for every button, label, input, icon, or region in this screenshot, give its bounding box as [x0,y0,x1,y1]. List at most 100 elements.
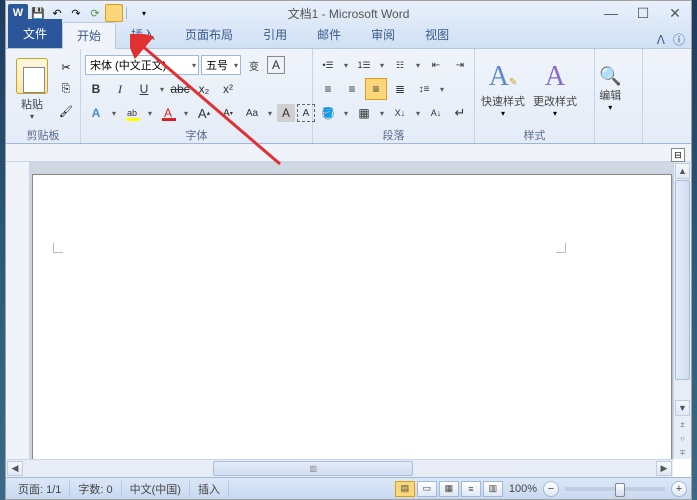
borders-button[interactable]: ▦ [353,102,375,124]
superscript-button[interactable]: x² [217,78,239,100]
tab-file[interactable]: 文件 [8,19,62,48]
text-effects-button[interactable]: A [85,102,107,124]
align-justify-button[interactable]: ≣ [389,78,411,100]
char-border-icon[interactable]: A [267,56,285,74]
tab-references[interactable]: 引用 [248,21,302,48]
page[interactable] [32,174,672,459]
window-title: 文档1 - Microsoft Word [288,5,410,22]
format-painter-icon[interactable]: 🖌 [56,101,76,121]
qat-customize-icon[interactable]: ▾ [135,4,153,22]
change-styles-button[interactable]: A 更改样式 ▾ [531,59,579,120]
sort-button[interactable]: X↓ [389,102,411,124]
quick-styles-button[interactable]: A✎ 快速样式 ▾ [479,59,527,120]
view-web-icon[interactable]: ▦ [439,481,459,497]
tab-review[interactable]: 审阅 [356,21,410,48]
char-shading-button[interactable]: A [277,104,295,122]
ribbon-tabs: 文件 开始 插入 页面布局 引用 邮件 审阅 视图 ᐱ ⓘ [6,25,691,49]
group-label-clipboard: 剪贴板 [10,127,76,143]
phonetic-guide-icon[interactable]: 变 [243,54,265,76]
scrollbar-horizontal[interactable]: ◀ ▥ ▶ [6,459,673,477]
highlight-button[interactable]: ab [121,102,143,124]
increase-indent-button[interactable]: ⇥ [449,54,471,76]
view-outline-icon[interactable]: ≡ [461,481,481,497]
maximize-button[interactable]: ☐ [627,2,659,24]
binoculars-icon: 🔍 [599,66,621,87]
copy-icon[interactable]: ⎘ [56,79,76,99]
ribbon: 粘贴 ▾ ✂ ⎘ 🖌 剪贴板 宋体 (中文正文) 五号 变 A [6,49,691,144]
font-color-button[interactable]: A [157,102,179,124]
align-left-button[interactable]: ≡ [317,78,339,100]
ruler-vertical[interactable] [6,162,30,459]
status-mode[interactable]: 插入 [190,481,229,497]
group-label-paragraph: 段落 [317,127,470,143]
scroll-down-icon[interactable]: ▼ [675,400,690,416]
doc-icon[interactable] [105,4,123,22]
group-paragraph: •☰▾ 1☰▾ ☷▾ ⇤ ⇥ ≡ ≡ ≡ ≣ ↕≡▾ 🪣▾ [313,49,475,143]
show-marks-button[interactable]: ↵ [449,102,471,124]
browse-prev-icon[interactable]: ± [674,417,691,431]
view-draft-icon[interactable]: ▥ [483,481,503,497]
scroll-up-icon[interactable]: ▲ [675,163,690,179]
word-window: W 💾 ↶ ↷ ⟳ ▾ 文档1 - Microsoft Word — ☐ ✕ 文… [5,0,692,500]
multilevel-button[interactable]: ☷ [389,54,411,76]
status-language[interactable]: 中文(中国) [122,481,190,497]
browse-object-icon[interactable]: ○ [674,431,691,445]
minimize-button[interactable]: — [595,2,627,24]
ruler-toggle-icon[interactable]: ⊟ [671,148,685,162]
scroll-right-icon[interactable]: ▶ [656,461,672,476]
numbering-button[interactable]: 1☰ [353,54,375,76]
cut-icon[interactable]: ✂ [56,57,76,77]
change-case-button[interactable]: Aa [241,102,263,124]
help-icon[interactable]: ⓘ [673,31,685,48]
shrink-font-button[interactable]: A▾ [217,102,239,124]
shading-button[interactable]: 🪣 [317,102,339,124]
decrease-indent-button[interactable]: ⇤ [425,54,447,76]
ruler-horizontal[interactable]: ⊟ [6,144,691,162]
zoom-level[interactable]: 100% [505,483,541,495]
font-size-combo[interactable]: 五号 [201,55,241,75]
minimize-ribbon-icon[interactable]: ᐱ [657,33,665,47]
underline-button[interactable]: U [133,78,155,100]
document-area: ▲ ▼ ± ○ ∓ [6,162,691,459]
group-styles: A✎ 快速样式 ▾ A 更改样式 ▾ 样式 [475,49,595,143]
subscript-button[interactable]: x₂ [193,78,215,100]
tab-home[interactable]: 开始 [62,22,116,49]
tab-mailings[interactable]: 邮件 [302,21,356,48]
scrollbar-vertical[interactable]: ▲ ▼ ± ○ ∓ [673,162,691,459]
tab-insert[interactable]: 插入 [116,21,170,48]
close-button[interactable]: ✕ [659,2,691,24]
bullets-button[interactable]: •☰ [317,54,339,76]
refresh-icon[interactable]: ⟳ [86,4,104,22]
align-justify-dist-button[interactable]: ≡ [365,78,387,100]
group-clipboard: 粘贴 ▾ ✂ ⎘ 🖌 剪贴板 [6,49,81,143]
view-print-layout-icon[interactable]: ▤ [395,481,415,497]
group-label-font: 字体 [85,127,308,143]
grow-font-button[interactable]: A▴ [193,102,215,124]
browse-next-icon[interactable]: ∓ [674,445,691,459]
align-center-button[interactable]: ≡ [341,78,363,100]
paste-button[interactable]: 粘贴 ▾ [10,58,54,121]
tab-view[interactable]: 视图 [410,21,464,48]
paste-icon [16,58,48,94]
group-editing: 🔍 编辑 ▾ [595,49,643,143]
bold-button[interactable]: B [85,78,107,100]
sort-az-button[interactable]: A↓ [425,102,447,124]
status-words[interactable]: 字数: 0 [70,481,121,497]
zoom-slider[interactable] [565,487,665,491]
find-button[interactable]: 🔍 编辑 ▾ [599,66,621,112]
group-label-styles: 样式 [479,127,590,143]
status-page[interactable]: 页面: 1/1 [10,481,70,497]
italic-button[interactable]: I [109,78,131,100]
zoom-out-button[interactable]: − [543,481,559,497]
scroll-thumb-v[interactable] [675,180,690,380]
view-fullscreen-icon[interactable]: ▭ [417,481,437,497]
redo-icon[interactable]: ↷ [67,4,85,22]
statusbar: 页面: 1/1 字数: 0 中文(中国) 插入 ▤ ▭ ▦ ≡ ▥ 100% −… [6,477,691,499]
scroll-left-icon[interactable]: ◀ [7,461,23,476]
tab-layout[interactable]: 页面布局 [170,21,248,48]
scroll-thumb-h[interactable]: ▥ [213,461,413,476]
font-name-combo[interactable]: 宋体 (中文正文) [85,55,199,75]
line-spacing-button[interactable]: ↕≡ [413,78,435,100]
strikethrough-button[interactable]: abc [169,78,191,100]
zoom-in-button[interactable]: + [671,481,687,497]
